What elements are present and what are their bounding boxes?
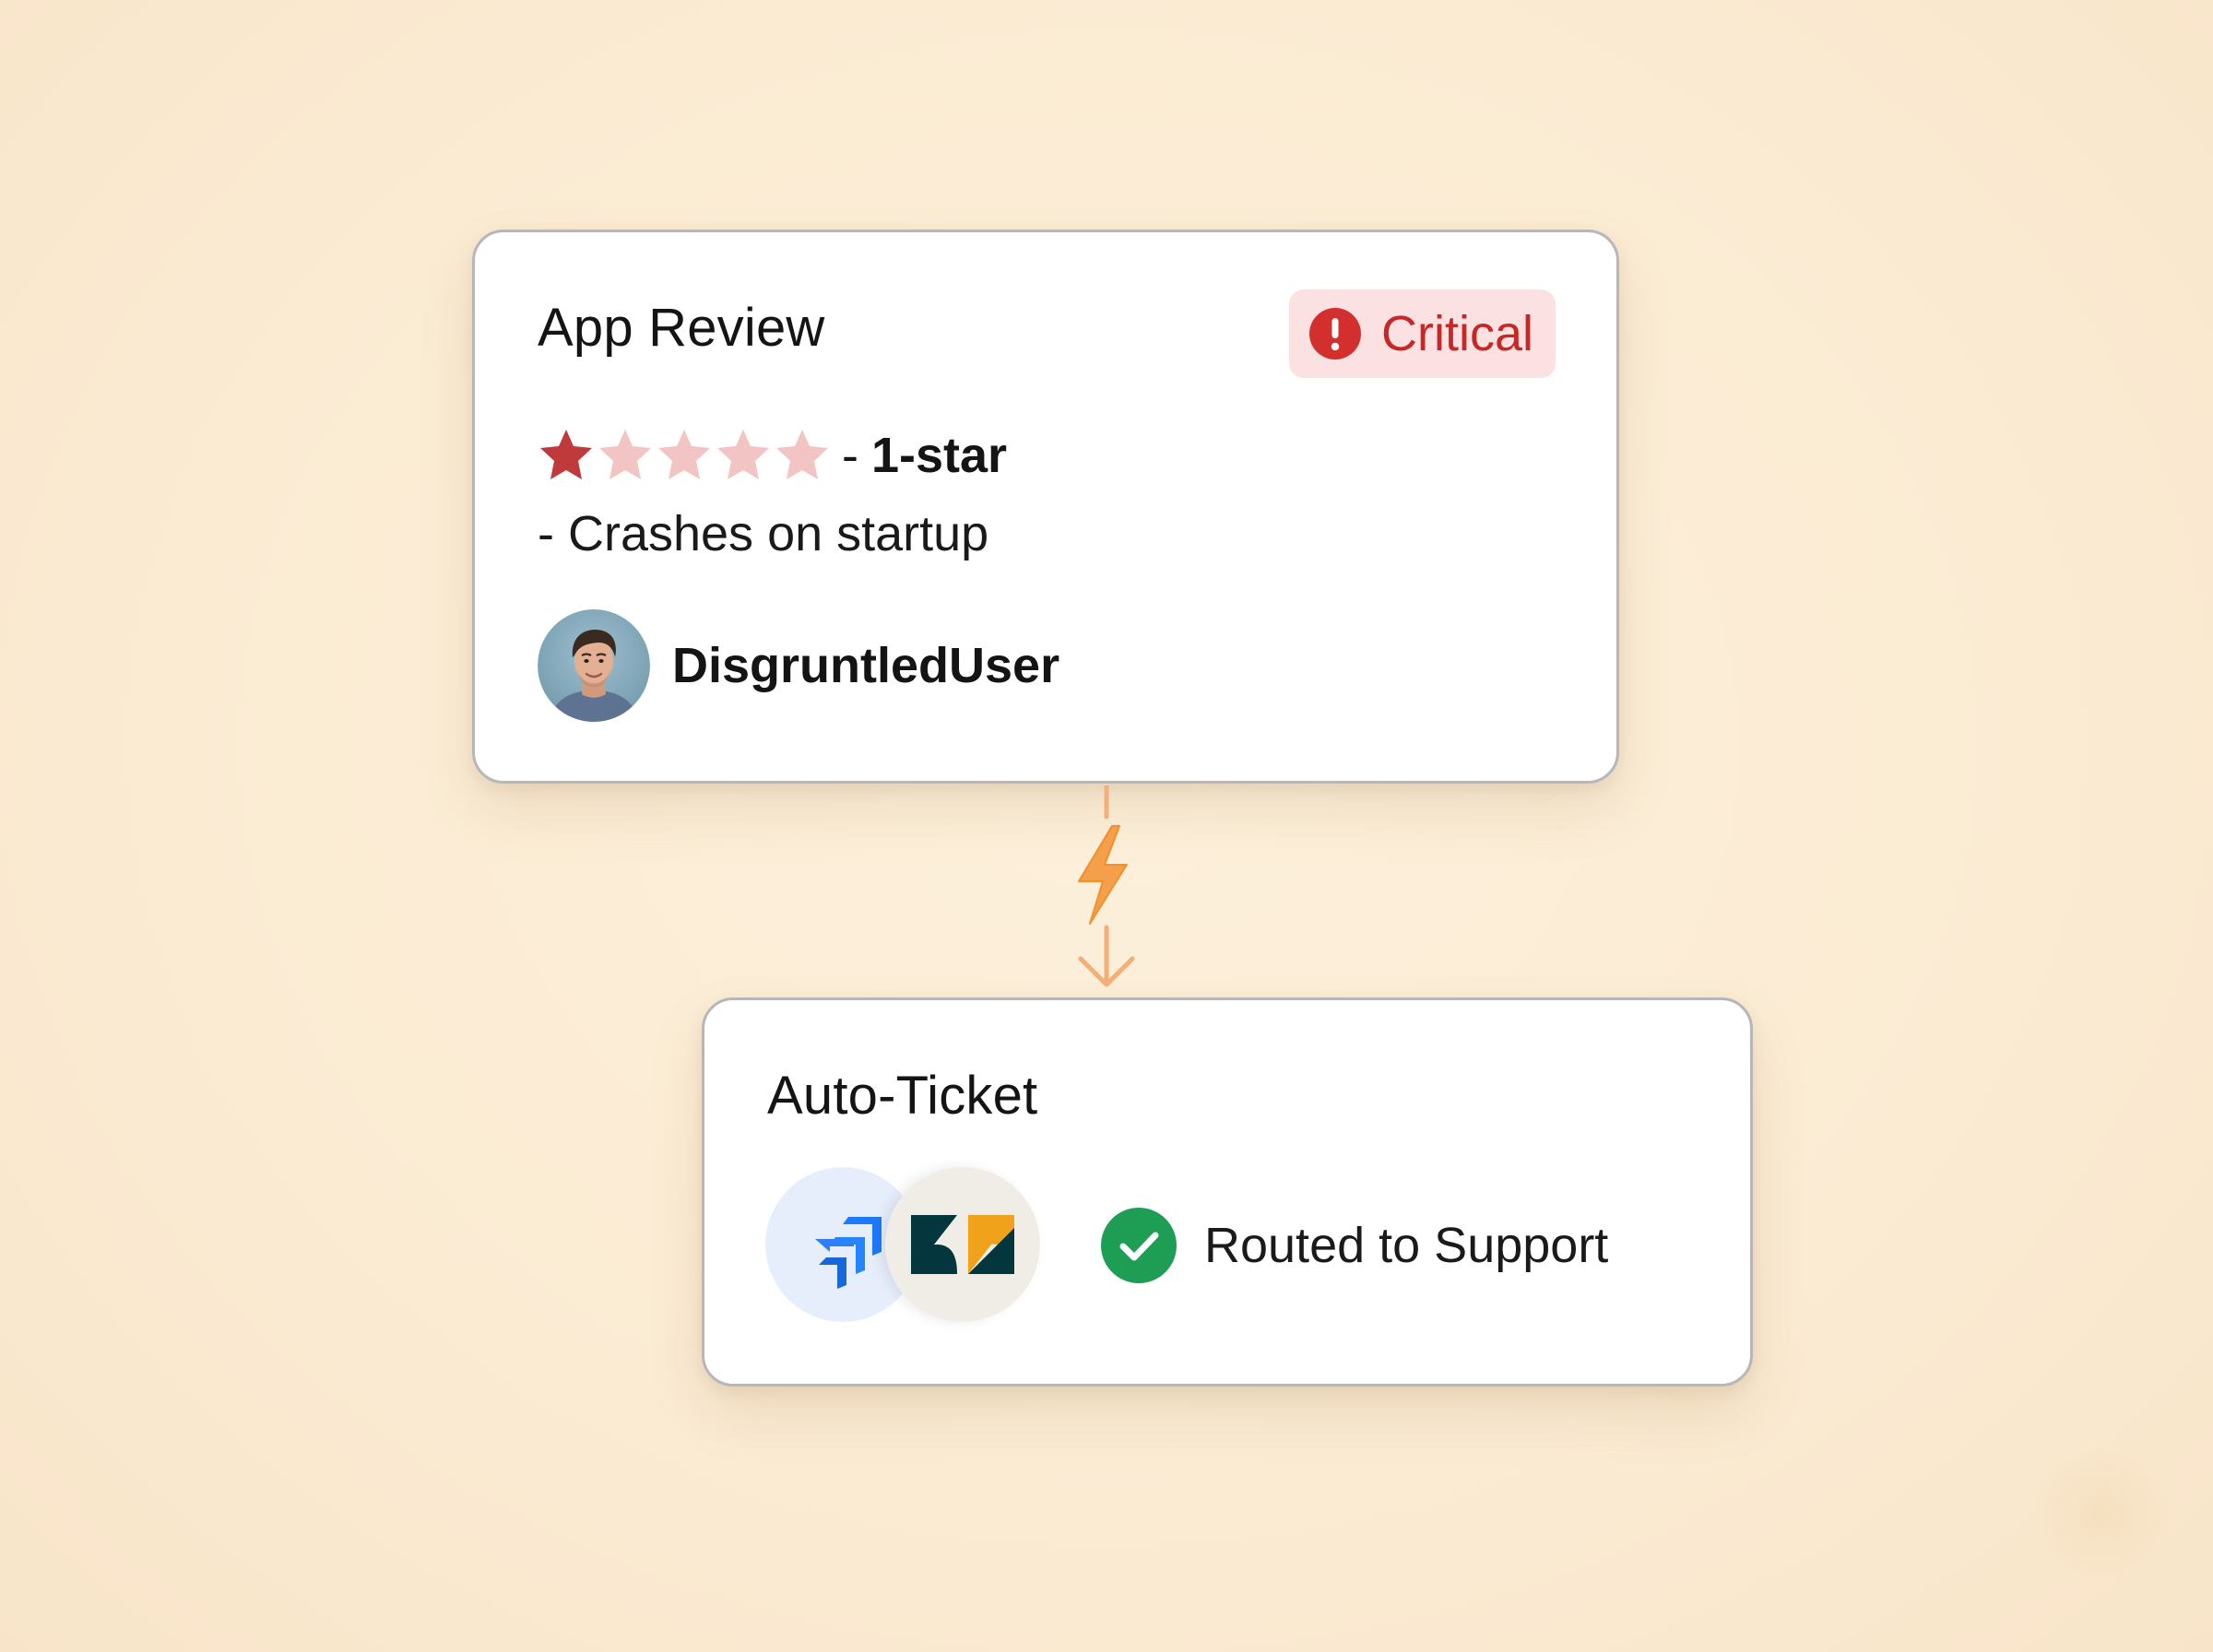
exclamation-circle-icon	[1308, 308, 1361, 360]
review-card-title: App Review	[538, 298, 825, 358]
status-label: Routed to Support	[1204, 1218, 1609, 1273]
star-rating	[538, 427, 831, 484]
review-text: - Crashes on startup	[538, 506, 989, 561]
rating-text: -1-star	[842, 427, 1007, 484]
connector-arrow	[1078, 785, 1135, 987]
user-avatar-icon[interactable]	[538, 609, 650, 722]
ticket-status: Routed to Support	[1101, 1205, 1608, 1286]
auto-ticket-card[interactable]: Auto-Ticket Routed to Support	[702, 997, 1753, 1386]
star-empty-icon	[717, 430, 769, 479]
lightning-bolt-icon	[1078, 825, 1128, 925]
star-empty-icon	[776, 430, 828, 479]
review-author[interactable]: DisgruntledUser	[538, 608, 1059, 723]
critical-badge-label: Critical	[1380, 306, 1533, 361]
rating-separator: -	[842, 428, 858, 483]
star-filled-icon	[540, 430, 592, 479]
integration-logos	[765, 1167, 1042, 1324]
rating-value: 1-star	[870, 428, 1008, 483]
rating-row: -1-star	[538, 419, 1007, 492]
app-review-card[interactable]: App Review Critical -1-star - Crashes on…	[472, 230, 1619, 784]
star-empty-icon	[599, 430, 651, 479]
star-empty-icon	[658, 430, 710, 479]
background-smudge	[2029, 1449, 2176, 1578]
ticket-card-title: Auto-Ticket	[767, 1066, 1038, 1126]
critical-badge: Critical	[1288, 289, 1556, 378]
zendesk-logo-icon[interactable]	[885, 1167, 1040, 1322]
check-circle-icon	[1101, 1208, 1177, 1283]
username[interactable]: DisgruntledUser	[672, 637, 1059, 694]
